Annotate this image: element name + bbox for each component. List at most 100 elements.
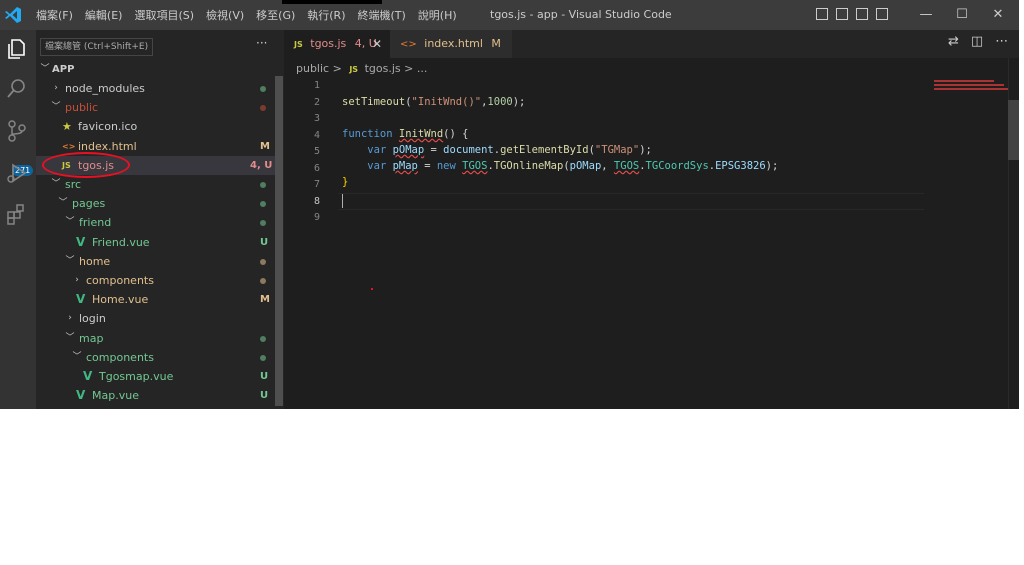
git-status-badge: M [260, 294, 270, 306]
workspace-root[interactable]: ﹀ APP [36, 60, 276, 79]
menu-item-3[interactable]: 檢視(V) [200, 7, 250, 23]
open-changes-icon[interactable]: ⇄ [948, 34, 959, 49]
chevron-right-icon: > [332, 62, 342, 75]
toggle-primary-sidebar-icon[interactable] [816, 8, 828, 20]
folder-item[interactable]: ﹀ friend [36, 213, 276, 232]
split-editor-icon[interactable]: ◫ [971, 34, 983, 49]
folder-item[interactable]: ﹀ home [36, 252, 276, 271]
file-item[interactable]: V Home.vue M [36, 290, 276, 309]
folder-item[interactable]: › components [36, 271, 276, 290]
tree-item-label: map [79, 331, 104, 345]
editor-actions: ⇄ ◫ ⋯ [948, 34, 1008, 49]
red-annotation-circle [42, 152, 130, 178]
file-item[interactable]: V Map.vue U [36, 386, 276, 405]
close-window-button[interactable]: ✕ [980, 0, 1016, 30]
line-number: 5 [313, 146, 320, 157]
run-debug-icon[interactable] [4, 160, 30, 186]
tab-status: M [491, 37, 501, 50]
code-line-4: function InitWnd() { [342, 128, 469, 140]
breadcrumb-folder[interactable]: public [296, 62, 329, 75]
customize-layout-icon[interactable] [876, 8, 888, 20]
chevron-down-icon: ﹀ [40, 64, 50, 74]
folder-item[interactable]: ﹀ src [36, 175, 276, 194]
git-status-dot [260, 105, 266, 112]
red-dot-mark [371, 288, 373, 290]
tree-item-label: Friend.vue [92, 235, 150, 249]
folder-item[interactable]: › node_modules [36, 79, 276, 98]
minimap[interactable] [934, 78, 1008, 92]
current-line-highlight [338, 193, 924, 210]
explorer-sidebar: 檔案總管 (Ctrl+Shift+E) ··· ﹀ APP › node_modu… [36, 30, 284, 409]
menu-item-1[interactable]: 編輯(E) [79, 7, 129, 23]
menu-item-4[interactable]: 移至(G) [250, 7, 301, 23]
vue-file-icon: V [76, 388, 86, 403]
chevron-down-icon: ﹀ [65, 332, 75, 343]
javascript-file-icon: JS [294, 40, 303, 49]
sidebar-header: 檔案總管 (Ctrl+Shift+E) ··· [36, 30, 284, 60]
tree-item-label: friend [79, 216, 112, 230]
chevron-right-icon: › [68, 313, 72, 324]
chevron-down-icon: ﹀ [51, 102, 61, 113]
chevron-down-icon: ﹀ [58, 198, 68, 209]
breadcrumb-file[interactable]: tgos.js [365, 62, 401, 75]
workspace-root-label: APP [52, 64, 75, 75]
explorer-tooltip: 檔案總管 (Ctrl+Shift+E) [40, 38, 154, 56]
file-item[interactable]: ★ favicon.ico [36, 117, 276, 136]
title-bar: 檔案(F) 編輯(E) 選取項目(S) 檢視(V) 移至(G) 執行(R) 終端機(T) 說明… [0, 0, 1019, 30]
git-status-dot [260, 220, 266, 227]
menu-item-2[interactable]: 選取項目(S) [128, 7, 200, 23]
sidebar-scrollbar[interactable] [275, 76, 283, 406]
chevron-down-icon: ﹀ [51, 179, 61, 189]
menu-item-0[interactable]: 檔案(F) [30, 7, 79, 23]
line-number: 2 [313, 96, 320, 108]
folder-item[interactable]: › login [36, 309, 276, 328]
git-status-dot [260, 86, 266, 92]
chevron-down-icon: ﹀ [65, 255, 75, 266]
search-icon[interactable] [4, 76, 30, 102]
minimize-button[interactable]: — [908, 0, 944, 30]
menu-item-7[interactable]: 說明(H) [412, 7, 463, 23]
tree-item-label: components [86, 350, 154, 364]
menu-item-5[interactable]: 執行(R) [301, 7, 351, 23]
tab-tgos-js[interactable]: JS tgos.js 4, U ✕ [284, 30, 400, 58]
tree-item-label: Home.vue [92, 293, 149, 307]
git-status-badge: U [260, 371, 269, 382]
breadcrumb-symbol[interactable]: ... [417, 62, 428, 75]
git-status-dot [260, 201, 266, 208]
code-line-6: var pMap = new TGOS.TGOnlineMap(pOMap, T… [367, 160, 779, 172]
code-line-5: var pOMap = document.getElementById("TGM… [367, 144, 652, 156]
extensions-icon[interactable] [4, 202, 30, 228]
line-number: 3 [313, 113, 320, 124]
folder-item[interactable]: ﹀ public [36, 98, 276, 117]
git-status-dot [260, 278, 266, 284]
file-item[interactable]: V Friend.vue U [36, 233, 276, 252]
folder-item[interactable]: ﹀ components [36, 348, 276, 367]
tree-item-label: favicon.ico [78, 120, 138, 134]
vscode-window: 檔案(F) 編輯(E) 選取項目(S) 檢視(V) 移至(G) 執行(R) 終端機(T) 說明… [0, 0, 1019, 409]
folder-item[interactable]: ﹀ pages [36, 194, 276, 213]
more-actions-button[interactable]: ··· [256, 36, 267, 50]
layout-controls [816, 8, 888, 20]
git-status-dot [260, 354, 266, 361]
explorer-icon[interactable] [4, 36, 30, 62]
javascript-file-icon: JS [349, 65, 359, 74]
toggle-secondary-sidebar-icon[interactable] [856, 8, 868, 20]
file-item[interactable]: V Tgosmap.vue U [36, 367, 276, 386]
vscode-logo-icon[interactable] [4, 6, 22, 24]
editor-scrollbar-thumb[interactable] [1008, 100, 1019, 160]
menu-item-6[interactable]: 終端機(T) [352, 7, 412, 23]
tab-index-html[interactable]: <> index.html M [390, 30, 512, 58]
top-overlay-strip [282, 0, 382, 4]
source-control-icon[interactable] [4, 118, 30, 144]
line-number: 4 [313, 129, 320, 141]
close-tab-icon[interactable]: ✕ [372, 30, 382, 58]
more-actions-icon[interactable]: ⋯ [995, 34, 1008, 49]
line-number: 9 [313, 212, 320, 223]
folder-item[interactable]: ﹀ map [36, 329, 276, 348]
maximize-button[interactable]: ☐ [944, 0, 980, 30]
toggle-panel-icon[interactable] [836, 8, 848, 20]
line-number: 1 [313, 80, 320, 91]
tree-item-label: node_modules [65, 82, 145, 95]
line-number: 6 [313, 162, 320, 174]
code-line-7: } [342, 176, 349, 188]
